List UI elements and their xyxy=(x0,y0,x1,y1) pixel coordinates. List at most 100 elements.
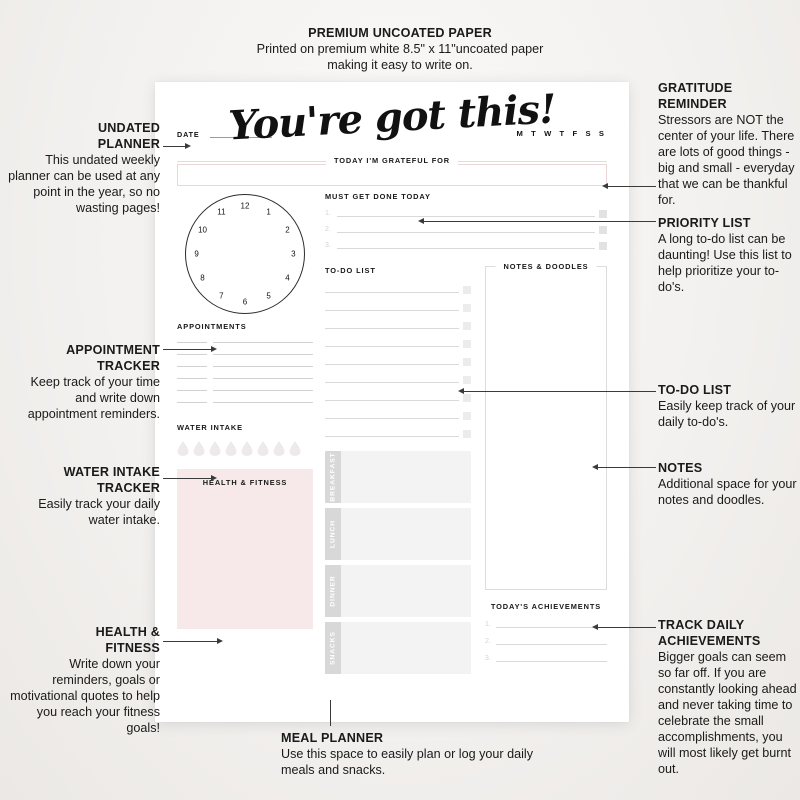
leader-gratitude xyxy=(608,186,656,188)
meal-row[interactable]: BREAKFAST xyxy=(325,451,471,503)
todo-checkbox[interactable] xyxy=(463,376,471,384)
priority-line[interactable] xyxy=(337,215,595,217)
appointment-row[interactable] xyxy=(177,390,313,391)
meal-tab: LUNCH xyxy=(325,508,341,560)
todo-row[interactable] xyxy=(325,304,471,312)
appointment-row[interactable] xyxy=(177,378,313,379)
todo-row[interactable] xyxy=(325,358,471,366)
todo-checkbox[interactable] xyxy=(463,430,471,438)
days-of-week[interactable]: M T W T F S S xyxy=(517,129,608,138)
meal-row[interactable]: LUNCH xyxy=(325,508,471,560)
meal-entry-area[interactable] xyxy=(341,451,471,503)
todo-checkbox[interactable] xyxy=(463,358,471,366)
priority-row[interactable]: 2. xyxy=(325,226,607,234)
todo-checkbox[interactable] xyxy=(463,340,471,348)
meal-row[interactable]: SNACKS xyxy=(325,622,471,674)
water-drop-icon[interactable] xyxy=(241,441,253,456)
appointment-text-line[interactable] xyxy=(213,366,313,367)
priority-line[interactable] xyxy=(337,231,595,233)
health-fitness-box[interactable]: HEALTH & FITNESS xyxy=(177,469,313,629)
water-drop-icon[interactable] xyxy=(225,441,237,456)
clock-face[interactable]: 12 1 2 3 4 5 6 7 8 9 10 11 xyxy=(185,194,305,314)
clock-number: 11 xyxy=(217,207,226,217)
todo-line[interactable] xyxy=(325,345,459,347)
achievement-line[interactable] xyxy=(496,643,607,645)
appointment-row[interactable] xyxy=(177,342,313,343)
appointment-time-line[interactable] xyxy=(177,390,207,391)
todo-line[interactable] xyxy=(325,291,459,293)
priority-checkbox[interactable] xyxy=(599,210,607,218)
priority-checkbox[interactable] xyxy=(599,242,607,250)
todo-row[interactable] xyxy=(325,322,471,330)
track-achievements-heading2: ACHIEVEMENTS xyxy=(658,633,761,648)
arrow-gratitude xyxy=(602,182,608,189)
grateful-section: TODAY I'M GRATEFUL FOR xyxy=(177,156,607,186)
meal-entry-area[interactable] xyxy=(341,622,471,674)
appointment-time-line[interactable] xyxy=(177,402,207,403)
todo-line[interactable] xyxy=(325,327,459,329)
todo-row[interactable] xyxy=(325,412,471,420)
todo-checkbox[interactable] xyxy=(463,304,471,312)
todo-checkbox[interactable] xyxy=(463,394,471,402)
grateful-input-box[interactable] xyxy=(177,164,607,186)
appointments-title: APPOINTMENTS xyxy=(177,322,247,331)
todo-line[interactable] xyxy=(325,417,459,419)
priority-row[interactable]: 1. xyxy=(325,210,607,218)
achievement-line[interactable] xyxy=(496,626,607,628)
todo-row[interactable] xyxy=(325,376,471,384)
appointment-time-line[interactable] xyxy=(177,366,207,367)
priority-checkbox[interactable] xyxy=(599,226,607,234)
todo-row[interactable] xyxy=(325,340,471,348)
water-drop-icon[interactable] xyxy=(177,441,189,456)
notes-doodles-box[interactable]: NOTES & DOODLES xyxy=(485,262,607,590)
meal-entry-area[interactable] xyxy=(341,565,471,617)
clock-number: 1 xyxy=(266,207,271,217)
todo-line[interactable] xyxy=(325,309,459,311)
water-drop-icon[interactable] xyxy=(289,441,301,456)
water-drop-icon[interactable] xyxy=(257,441,269,456)
achievement-row[interactable]: 3. xyxy=(485,655,607,662)
meal-row[interactable]: DINNER xyxy=(325,565,471,617)
todo-checkbox[interactable] xyxy=(463,412,471,420)
annotation-meal-planner: MEAL PLANNER Use this space to easily pl… xyxy=(281,731,541,779)
todo-line[interactable] xyxy=(325,381,459,383)
todo-row[interactable] xyxy=(325,394,471,402)
water-drop-icon[interactable] xyxy=(193,441,205,456)
water-drop-icon[interactable] xyxy=(209,441,221,456)
achievement-line[interactable] xyxy=(496,660,607,662)
clock-number: 7 xyxy=(219,291,224,301)
clock-number: 5 xyxy=(266,291,271,301)
appointment-text-line[interactable] xyxy=(213,402,313,403)
todo-line[interactable] xyxy=(325,399,459,401)
achievement-row[interactable]: 1. xyxy=(485,621,607,628)
achievement-row[interactable]: 2. xyxy=(485,638,607,645)
appointment-time-line[interactable] xyxy=(177,342,207,343)
clock-number: 2 xyxy=(285,225,290,235)
appointment-text-line[interactable] xyxy=(213,390,313,391)
todo-notes-area: TO-DO LIST BREAKFAST LUNCH DINNER SNACKS… xyxy=(325,262,607,726)
todo-line[interactable] xyxy=(325,435,459,437)
appointment-text-line[interactable] xyxy=(213,378,313,379)
appointment-row[interactable] xyxy=(177,366,313,367)
todo-checkbox[interactable] xyxy=(463,322,471,330)
todo-list-body: Easily keep track of your daily to-do's. xyxy=(658,398,796,429)
water-intake-heading1: WATER INTAKE xyxy=(63,465,160,479)
water-drop-tracker[interactable] xyxy=(177,441,313,456)
appointment-time-line[interactable] xyxy=(177,378,207,379)
undated-planner-heading2: PLANNER xyxy=(97,136,160,151)
water-drop-icon[interactable] xyxy=(273,441,285,456)
priority-line[interactable] xyxy=(337,247,595,249)
todo-row[interactable] xyxy=(325,286,471,294)
appointment-text-line[interactable] xyxy=(213,342,313,343)
todo-line[interactable] xyxy=(325,363,459,365)
todo-checkbox[interactable] xyxy=(463,286,471,294)
clock-tracker[interactable]: 12 1 2 3 4 5 6 7 8 9 10 11 xyxy=(177,192,313,316)
appointment-row[interactable] xyxy=(177,354,313,355)
priority-row[interactable]: 3. xyxy=(325,242,607,250)
appointment-text-line[interactable] xyxy=(213,354,313,355)
planner-right-column: MUST GET DONE TODAY 1. 2. 3. TO-DO LIST xyxy=(325,192,607,726)
meal-entry-area[interactable] xyxy=(341,508,471,560)
appointment-time-line[interactable] xyxy=(177,354,207,355)
appointment-row[interactable] xyxy=(177,402,313,403)
todo-row[interactable] xyxy=(325,430,471,438)
